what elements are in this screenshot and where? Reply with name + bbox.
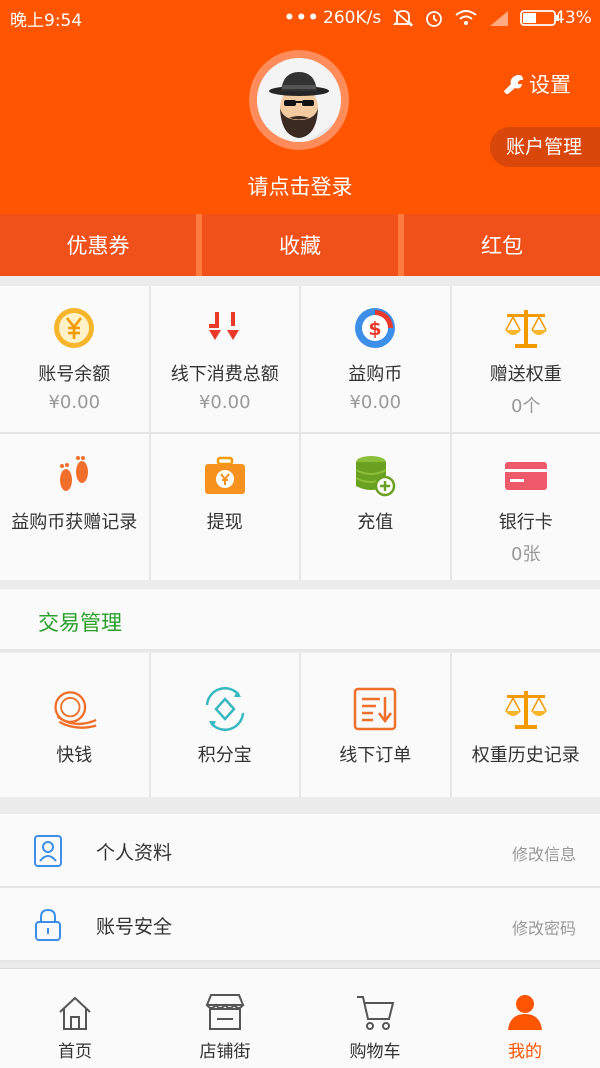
balance-scale-icon bbox=[503, 306, 549, 350]
coins-icon bbox=[50, 687, 98, 731]
tab-cart-label: 购物车 bbox=[350, 1037, 401, 1062]
yigou-coin-item[interactable]: $ 益购币 ¥0.00 bbox=[301, 286, 450, 432]
profile-row[interactable]: 个人资料 修改信息 bbox=[0, 814, 600, 888]
balance-scale-icon bbox=[503, 687, 549, 731]
tab-mine[interactable]: 我的 bbox=[450, 969, 600, 1068]
withdraw-label: 提现 bbox=[207, 508, 243, 534]
settings-button[interactable]: 设置 bbox=[503, 69, 571, 99]
status-time: 晚上9:54 bbox=[10, 6, 82, 31]
gift-weight-value: 0个 bbox=[511, 392, 540, 418]
change-password-link[interactable]: 修改密码 bbox=[512, 915, 576, 939]
coin-gift-record-item[interactable]: 益购币获赠记录 bbox=[0, 434, 149, 580]
account-security-label: 账号安全 bbox=[96, 912, 172, 939]
alarm-icon bbox=[424, 8, 444, 28]
jifenbao-item[interactable]: 积分宝 bbox=[151, 653, 300, 797]
offline-orders-label: 线下订单 bbox=[339, 741, 411, 767]
quick-tabs: 优惠券 收藏 红包 bbox=[0, 214, 600, 276]
profile-header: 请点击登录 设置 账户管理 bbox=[0, 36, 600, 214]
status-dots: ••• bbox=[284, 8, 320, 28]
wrench-icon bbox=[503, 73, 525, 95]
gift-weight-item[interactable]: 赠送权重 0个 bbox=[452, 286, 600, 432]
tab-coupons[interactable]: 优惠券 bbox=[0, 214, 196, 276]
recharge-label: 充值 bbox=[357, 508, 393, 534]
edit-info-link[interactable]: 修改信息 bbox=[512, 841, 576, 865]
login-prompt[interactable]: 请点击登录 bbox=[0, 171, 600, 201]
bearded-man-icon bbox=[257, 58, 341, 142]
account-balance-label: 账号余额 bbox=[38, 360, 110, 386]
yen-coin-icon bbox=[52, 306, 96, 350]
profile-card-icon bbox=[33, 834, 63, 868]
offline-spending-label: 线下消费总额 bbox=[171, 360, 279, 386]
signal-icon bbox=[488, 9, 510, 27]
battery-percent: 43% bbox=[554, 8, 592, 28]
status-bar: 晚上9:54 ••• 260K/s 43% bbox=[0, 0, 600, 36]
tab-home-label: 首页 bbox=[58, 1037, 92, 1062]
tab-mine-label: 我的 bbox=[508, 1037, 542, 1062]
offline-orders-item[interactable]: 线下订单 bbox=[301, 653, 450, 797]
order-sort-icon bbox=[353, 687, 397, 731]
recharge-item[interactable]: 充值 bbox=[301, 434, 450, 580]
coin-stack-plus-icon bbox=[353, 454, 397, 498]
points-diamond-icon bbox=[201, 687, 249, 731]
mute-icon bbox=[392, 8, 414, 28]
cart-icon bbox=[355, 993, 395, 1031]
footprints-icon bbox=[52, 454, 96, 498]
yigou-coin-value: ¥0.00 bbox=[349, 392, 401, 413]
jifenbao-label: 积分宝 bbox=[198, 741, 252, 767]
kuaiqian-item[interactable]: 快钱 bbox=[0, 653, 149, 797]
settings-list: 个人资料 修改信息 账号安全 修改密码 bbox=[0, 814, 600, 962]
trade-grid: 快钱 积分宝 线下订单 权重历史记录 bbox=[0, 653, 600, 797]
trade-section-title: 交易管理 bbox=[38, 607, 122, 637]
bank-card-value: 0张 bbox=[511, 540, 540, 566]
tab-shop-street[interactable]: 店铺街 bbox=[150, 969, 300, 1068]
home-icon bbox=[57, 995, 93, 1031]
weight-history-label: 权重历史记录 bbox=[472, 741, 580, 767]
bank-card-item[interactable]: 银行卡 0张 bbox=[452, 434, 600, 580]
yen-briefcase-icon bbox=[203, 455, 247, 497]
dollar-coin-icon: $ bbox=[353, 306, 397, 350]
tab-red-packets[interactable]: 红包 bbox=[404, 214, 600, 276]
shop-icon bbox=[205, 993, 245, 1031]
user-icon bbox=[506, 993, 544, 1031]
tab-cart[interactable]: 购物车 bbox=[300, 969, 450, 1068]
account-security-row[interactable]: 账号安全 修改密码 bbox=[0, 888, 600, 962]
withdraw-item[interactable]: 提现 bbox=[151, 434, 300, 580]
account-management-button[interactable]: 账户管理 bbox=[490, 127, 600, 167]
assets-grid: 账号余额 ¥0.00 线下消费总额 ¥0.00 $ 益购币 ¥0.00 赠送权重… bbox=[0, 286, 600, 580]
tab-home[interactable]: 首页 bbox=[0, 969, 150, 1068]
offline-spending-value: ¥0.00 bbox=[199, 392, 251, 413]
bank-card-icon bbox=[504, 459, 548, 493]
status-speed: 260K/s bbox=[323, 8, 381, 28]
avatar-image bbox=[257, 58, 341, 142]
wifi-icon bbox=[454, 8, 478, 28]
avatar[interactable] bbox=[249, 50, 349, 150]
double-arrow-down-icon bbox=[205, 308, 245, 348]
lock-icon bbox=[33, 908, 63, 942]
account-balance-item[interactable]: 账号余额 ¥0.00 bbox=[0, 286, 149, 432]
offline-spending-item[interactable]: 线下消费总额 ¥0.00 bbox=[151, 286, 300, 432]
weight-history-item[interactable]: 权重历史记录 bbox=[452, 653, 600, 797]
tab-favorites[interactable]: 收藏 bbox=[202, 214, 398, 276]
account-balance-value: ¥0.00 bbox=[48, 392, 100, 413]
bottom-tab-bar: 首页 店铺街 购物车 我的 bbox=[0, 968, 600, 1068]
yigou-coin-label: 益购币 bbox=[348, 360, 402, 386]
bank-card-label: 银行卡 bbox=[499, 508, 553, 534]
trade-section-header: 交易管理 bbox=[0, 589, 600, 651]
gift-weight-label: 赠送权重 bbox=[490, 360, 562, 386]
svg-text:$: $ bbox=[369, 318, 382, 340]
tab-shop-street-label: 店铺街 bbox=[200, 1037, 251, 1062]
settings-label: 设置 bbox=[529, 69, 571, 99]
status-icons bbox=[392, 8, 560, 28]
kuaiqian-label: 快钱 bbox=[56, 741, 92, 767]
profile-label: 个人资料 bbox=[96, 838, 172, 865]
coin-gift-record-label: 益购币获赠记录 bbox=[11, 508, 137, 534]
